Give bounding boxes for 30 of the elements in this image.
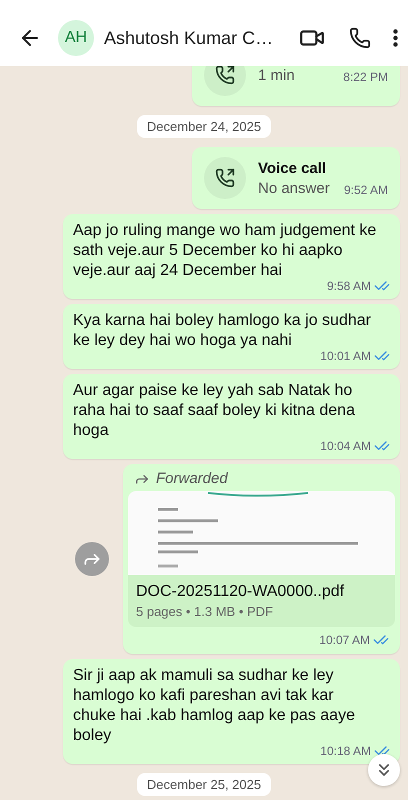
message-time: 10:01 AM <box>320 349 371 363</box>
file-details: 5 pages • 1.3 MB • PDF <box>135 604 274 621</box>
message-time: 8:22 PM <box>343 70 388 84</box>
call-bubble[interactable]: Voice call No answer 9:52 AM <box>192 147 400 209</box>
date-label: December 24, 2025 <box>136 115 272 138</box>
date-label: December 25, 2025 <box>136 773 272 796</box>
call-bubble[interactable]: 1 min 8:22 PM <box>192 66 400 106</box>
message-text: Kya karna hai boley hamlogo ka jo sudhar ke ley dey hai wo hoga ya nahi <box>73 311 372 351</box>
message-time: 9:52 AM <box>344 182 388 196</box>
contact-name[interactable]: Ashutosh Kumar C… <box>104 28 287 48</box>
message-time: 10:18 AM <box>320 744 371 758</box>
contact-avatar[interactable]: AH <box>58 20 94 56</box>
message-time: 9:58 AM <box>326 279 371 293</box>
scroll-down-button[interactable] <box>368 754 400 786</box>
file-name: DOC-20251120-WA0000..pdf <box>135 582 346 602</box>
message-text: Aur agar paise ke ley yah sab Natak ho raha hai to saaf saaf boley ki kitna dena hoga <box>73 381 356 441</box>
message-time: 10:07 AM <box>319 633 370 647</box>
call-detail: 1 min <box>258 66 295 84</box>
outgoing-call-icon <box>204 157 246 199</box>
document-bubble[interactable]: Forwarded DOC-20251120-WA0000..pdf 5 pages • 1.3 MB • PDF 10:07 AM <box>123 464 400 654</box>
message-text: Sir ji aap ak mamuli sa sudhar ke ley hamlogo ko kafi pareshan avi tak kar chuke hai .kab hamlog aap ke pas aaye boley <box>73 666 356 746</box>
outgoing-call-icon <box>204 66 246 96</box>
call-detail: No answer <box>258 180 330 196</box>
menu-icon <box>393 29 398 47</box>
call-title: Voice call <box>258 160 328 176</box>
forward-button[interactable] <box>75 542 109 576</box>
phone-icon <box>349 27 371 49</box>
message-text: Aap jo ruling mange wo ham judgement ke sath veje.aur 5 December ko hi aapko veje.aur aaj 24 December hai <box>73 221 378 281</box>
message-time: 10:04 AM <box>320 439 371 453</box>
forwarded-label: Forwarded <box>156 470 228 487</box>
